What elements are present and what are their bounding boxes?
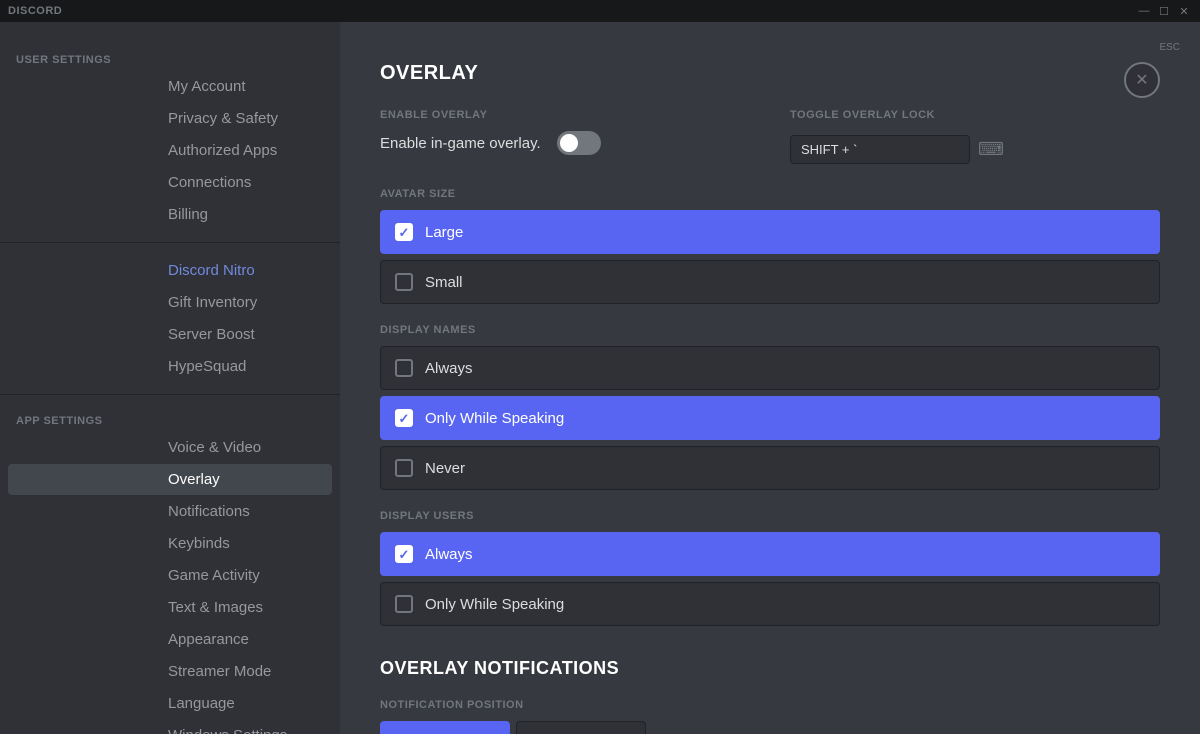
sidebar-item-privacy-safety[interactable]: Privacy & Safety: [8, 103, 332, 134]
titlebar: DISCORD — ☐ ✕: [0, 0, 1200, 22]
sidebar-item-text-images[interactable]: Text & Images: [8, 592, 332, 623]
sidebar-item-appearance[interactable]: Appearance: [8, 624, 332, 655]
sidebar-item-gift-inventory[interactable]: Gift Inventory: [8, 287, 332, 318]
keybind-row: ⌨: [790, 135, 1160, 164]
notif-pos-btn-1[interactable]: [380, 721, 510, 734]
enable-overlay-row: Enable in-game overlay.: [380, 131, 750, 155]
avatar-size-label: AVATAR SIZE: [380, 188, 1160, 200]
minimize-button[interactable]: —: [1136, 3, 1152, 19]
display-users-speaking-checkbox: [395, 595, 413, 613]
sidebar: USER SETTINGS My Account Privacy & Safet…: [0, 22, 340, 734]
display-names-speaking[interactable]: Only While Speaking: [380, 396, 1160, 440]
sidebar-item-streamer-mode[interactable]: Streamer Mode: [8, 656, 332, 687]
sidebar-item-language[interactable]: Language: [8, 688, 332, 719]
keyboard-icon: ⌨: [978, 139, 1004, 160]
display-users-always[interactable]: Always: [380, 532, 1160, 576]
sidebar-item-voice-video[interactable]: Voice & Video: [8, 432, 332, 463]
sidebar-item-my-account[interactable]: My Account: [8, 71, 332, 102]
enable-overlay-col: ENABLE OVERLAY Enable in-game overlay.: [380, 109, 750, 155]
keybind-input[interactable]: [790, 135, 970, 164]
avatar-large-label: Large: [425, 224, 463, 241]
app-body: USER SETTINGS My Account Privacy & Safet…: [0, 22, 1200, 734]
display-names-label: DISPLAY NAMES: [380, 324, 1160, 336]
display-names-speaking-label: Only While Speaking: [425, 410, 564, 427]
notif-pos-btn-2[interactable]: [516, 721, 646, 734]
display-names-options: Always Only While Speaking Never: [380, 346, 1160, 490]
sidebar-item-connections[interactable]: Connections: [8, 167, 332, 198]
notification-position-preview: [380, 721, 1160, 734]
sidebar-item-windows-settings[interactable]: Windows Settings: [8, 720, 332, 734]
close-area: ✕ ESC: [1159, 42, 1180, 53]
sidebar-item-hypesquad[interactable]: HypeSquad: [8, 351, 332, 382]
overlay-notifications-title: OVERLAY NOTIFICATIONS: [380, 658, 1160, 679]
close-icon: ✕: [1135, 70, 1148, 90]
overlay-top-row: ENABLE OVERLAY Enable in-game overlay. T…: [380, 109, 1160, 164]
sidebar-item-billing[interactable]: Billing: [8, 199, 332, 230]
maximize-button[interactable]: ☐: [1156, 3, 1172, 19]
user-settings-label: USER SETTINGS: [0, 46, 340, 70]
notification-position-label: NOTIFICATION POSITION: [380, 699, 1160, 711]
display-users-always-label: Always: [425, 546, 473, 563]
display-users-always-checkbox: [395, 545, 413, 563]
sidebar-item-authorized-apps[interactable]: Authorized Apps: [8, 135, 332, 166]
app-settings-label: APP SETTINGS: [0, 407, 340, 431]
display-users-speaking-label: Only While Speaking: [425, 596, 564, 613]
main-content: ✕ ESC OVERLAY ENABLE OVERLAY Enable in-g…: [340, 22, 1200, 734]
toggle-overlay-lock-label: TOGGLE OVERLAY LOCK: [790, 109, 1160, 121]
sidebar-item-discord-nitro[interactable]: Discord Nitro: [8, 255, 332, 286]
avatar-size-small[interactable]: Small: [380, 260, 1160, 304]
display-names-never[interactable]: Never: [380, 446, 1160, 490]
window-controls: — ☐ ✕: [1136, 3, 1192, 19]
close-button[interactable]: ✕: [1124, 62, 1160, 98]
toggle-knob: [560, 134, 578, 152]
sidebar-divider: [0, 242, 340, 243]
toggle-overlay-lock-col: TOGGLE OVERLAY LOCK ⌨: [790, 109, 1160, 164]
enable-overlay-label: ENABLE OVERLAY: [380, 109, 750, 121]
sidebar-item-overlay[interactable]: Overlay: [8, 464, 332, 495]
display-names-never-label: Never: [425, 460, 465, 477]
enable-overlay-text: Enable in-game overlay.: [380, 135, 541, 152]
display-names-always[interactable]: Always: [380, 346, 1160, 390]
page-title: OVERLAY: [380, 62, 1160, 85]
avatar-size-large[interactable]: Large: [380, 210, 1160, 254]
display-names-always-checkbox: [395, 359, 413, 377]
display-names-never-checkbox: [395, 459, 413, 477]
sidebar-item-keybinds[interactable]: Keybinds: [8, 528, 332, 559]
avatar-size-options: Large Small: [380, 210, 1160, 304]
sidebar-item-notifications[interactable]: Notifications: [8, 496, 332, 527]
sidebar-divider-2: [0, 394, 340, 395]
avatar-small-checkbox: [395, 273, 413, 291]
display-users-speaking[interactable]: Only While Speaking: [380, 582, 1160, 626]
avatar-large-checkbox: [395, 223, 413, 241]
app-title: DISCORD: [8, 5, 62, 17]
sidebar-item-server-boost[interactable]: Server Boost: [8, 319, 332, 350]
avatar-small-label: Small: [425, 274, 463, 291]
display-names-always-label: Always: [425, 360, 473, 377]
sidebar-item-game-activity[interactable]: Game Activity: [8, 560, 332, 591]
display-users-label: DISPLAY USERS: [380, 510, 1160, 522]
close-window-button[interactable]: ✕: [1176, 3, 1192, 19]
display-users-options: Always Only While Speaking: [380, 532, 1160, 626]
display-names-speaking-checkbox: [395, 409, 413, 427]
enable-overlay-toggle[interactable]: [557, 131, 601, 155]
close-label: ESC: [1159, 42, 1180, 53]
